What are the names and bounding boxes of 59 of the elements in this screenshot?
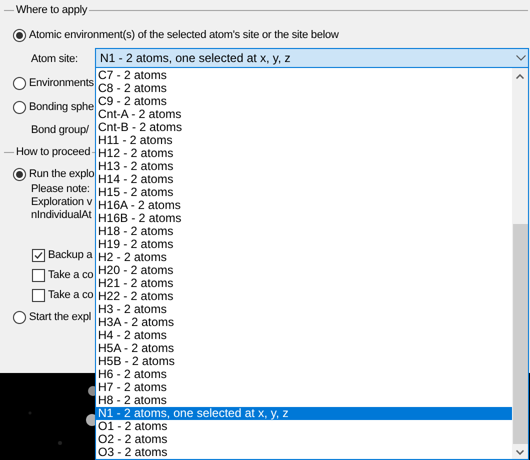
scroll-down-icon[interactable] — [516, 450, 524, 455]
dropdown-option[interactable]: H4 - 2 atoms — [96, 329, 512, 342]
checkbox-label: Backup a — [48, 248, 92, 263]
group-legend: How to proceed — [14, 144, 92, 160]
dropdown-option[interactable]: O3 - 2 atoms — [96, 446, 512, 459]
dropdown-option[interactable]: H20 - 2 atoms — [96, 264, 512, 277]
dropdown-option[interactable]: O2 - 2 atoms — [96, 433, 512, 446]
scrollbar[interactable] — [512, 68, 528, 459]
dropdown-option[interactable]: C7 - 2 atoms — [96, 69, 512, 82]
radio-label: Run the explo — [29, 166, 94, 182]
dropdown-option[interactable]: Cnt-A - 2 atoms — [96, 108, 512, 121]
radio-button[interactable] — [13, 28, 26, 42]
dropdown-option[interactable]: H5A - 2 atoms — [96, 342, 512, 355]
checkbox-label: Take a co — [48, 288, 94, 303]
checkbox[interactable] — [32, 268, 45, 282]
dropdown-option[interactable]: H12 - 2 atoms — [96, 147, 512, 160]
group-legend: Where to apply — [14, 2, 90, 18]
field-label: Atom site: — [31, 52, 78, 67]
radio-label: Start the expl — [29, 310, 92, 325]
checkbox[interactable] — [32, 248, 45, 262]
radio-button[interactable] — [13, 168, 26, 180]
dropdown-option[interactable]: H6 - 2 atoms — [96, 368, 512, 381]
dropdown-option[interactable]: H7 - 2 atoms — [96, 381, 512, 394]
field-label: Bond group/ — [31, 123, 89, 138]
dropdown-option[interactable]: H15 - 2 atoms — [96, 186, 512, 199]
chevron-down-icon — [516, 55, 526, 61]
note-text: Exploration v — [31, 196, 92, 209]
dropdown-option[interactable]: H19 - 2 atoms — [96, 238, 512, 251]
dropdown-option[interactable]: H5B - 2 atoms — [96, 355, 512, 368]
dropdown-option[interactable]: O1 - 2 atoms — [96, 420, 512, 433]
dropdown-option[interactable]: H3 - 2 atoms — [96, 303, 512, 316]
note-text: Please note: — [31, 183, 90, 196]
dropdown-option[interactable]: H8 - 2 atoms — [96, 394, 512, 407]
radio-button[interactable] — [13, 310, 26, 324]
dropdown-option[interactable]: H14 - 2 atoms — [96, 173, 512, 186]
dropdown-option[interactable]: H2 - 2 atoms — [96, 251, 512, 264]
checkbox[interactable] — [32, 288, 45, 302]
dropdown-option[interactable]: H21 - 2 atoms — [96, 277, 512, 290]
dropdown-option[interactable]: Cnt-B - 2 atoms — [96, 121, 512, 134]
radio-label: Environments — [29, 76, 94, 91]
atom-site-dropdown[interactable]: N1 - 2 atoms, one selected at x, y, z — [95, 48, 529, 68]
dropdown-option[interactable]: H3A - 2 atoms — [96, 316, 512, 329]
dropdown-option[interactable]: H18 - 2 atoms — [96, 225, 512, 238]
note-text: nIndividualAt — [31, 209, 92, 222]
radio-button[interactable] — [13, 76, 26, 90]
radio-label: Bonding sphe — [29, 100, 94, 115]
dropdown-option[interactable]: H13 - 2 atoms — [96, 160, 512, 173]
dropdown-option[interactable]: C8 - 2 atoms — [96, 82, 512, 95]
dropdown-option[interactable]: N1 - 2 atoms, one selected at x, y, z — [96, 407, 512, 420]
checkbox-label: Take a co — [48, 268, 94, 283]
dropdown-option[interactable]: H16A - 2 atoms — [96, 199, 512, 212]
radio-label: Atomic environment(s) of the selected atom's site or the site below — [29, 28, 339, 43]
radio-button[interactable] — [13, 100, 26, 114]
dropdown-option[interactable]: H11 - 2 atoms — [96, 134, 512, 147]
scrollbar-thumb[interactable] — [512, 224, 528, 444]
scroll-up-icon[interactable] — [516, 74, 524, 79]
dropdown-option[interactable]: C9 - 2 atoms — [96, 95, 512, 108]
dropdown-option[interactable]: H16B - 2 atoms — [96, 212, 512, 225]
dropdown-option[interactable]: H22 - 2 atoms — [96, 290, 512, 303]
